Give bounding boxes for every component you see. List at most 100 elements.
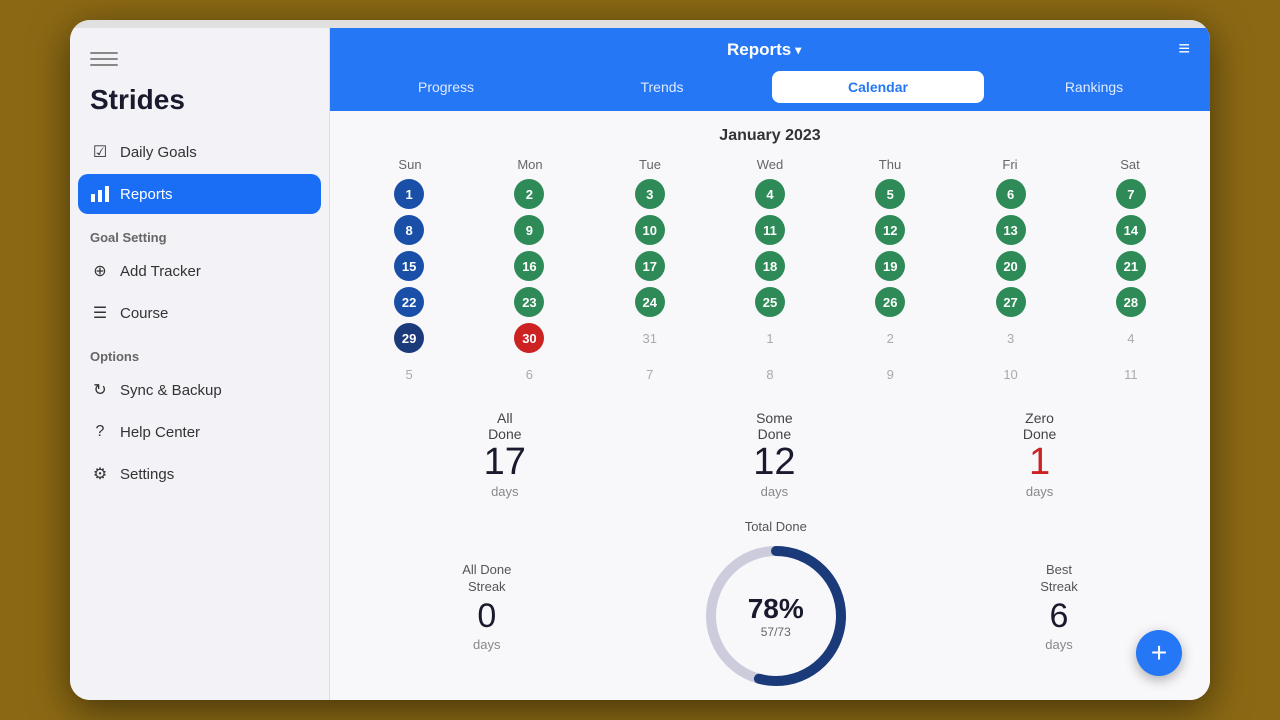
all-done-unit: days (491, 484, 518, 499)
sidebar-toggle-button[interactable] (90, 52, 118, 72)
calendar-day-25[interactable]: 25 (711, 286, 829, 318)
stat-some-done: Some Done 12 days (753, 410, 795, 499)
stat-all-done: All Done 17 days (484, 410, 526, 499)
calendar-day-10[interactable]: 10 (591, 214, 709, 246)
some-done-unit: days (761, 484, 788, 499)
all-done-streak-label1: All Done (462, 562, 511, 579)
zero-done-value: 1 (1029, 442, 1050, 484)
calendar-day-31[interactable]: 31 (591, 322, 709, 354)
calendar-day-30[interactable]: 30 (470, 322, 588, 354)
calendar-day-27[interactable]: 27 (951, 286, 1069, 318)
calendar-day-15[interactable]: 15 (350, 250, 468, 282)
calendar-day-21[interactable]: 21 (1072, 250, 1190, 282)
top-bar (70, 20, 1210, 28)
calendar-day-16[interactable]: 16 (470, 250, 588, 282)
calendar-day-28[interactable]: 28 (1072, 286, 1190, 318)
calendar-day-4[interactable]: 4 (1072, 322, 1190, 354)
calendar-day-23[interactable]: 23 (470, 286, 588, 318)
sidebar-item-course[interactable]: ☰ Course (78, 293, 321, 333)
header-title-text: Reports (727, 40, 791, 60)
calendar-day-18[interactable]: 18 (711, 250, 829, 282)
calendar-day-12[interactable]: 12 (831, 214, 949, 246)
calendar-day-24[interactable]: 24 (591, 286, 709, 318)
day-header-mon: Mon (470, 157, 590, 172)
all-done-streak-value: 0 (462, 596, 511, 637)
calendar-day-10[interactable]: 10 (951, 358, 1069, 390)
menu-icon[interactable]: ≡ (1178, 38, 1190, 61)
best-streak-label1: Best (1040, 562, 1078, 579)
calendar-day-11[interactable]: 11 (1072, 358, 1190, 390)
sidebar-item-daily-goals[interactable]: ☑ Daily Goals (78, 132, 321, 172)
month-title: January 2023 (350, 127, 1190, 145)
sidebar-item-add-tracker[interactable]: ⊕ Add Tracker (78, 251, 321, 291)
day-header-sun: Sun (350, 157, 470, 172)
gear-icon: ⚙ (90, 464, 110, 484)
day-header-thu: Thu (830, 157, 950, 172)
checkbox-icon: ☑ (90, 142, 110, 162)
some-done-label-top2: Done (758, 426, 791, 442)
calendar-day-6[interactable]: 6 (470, 358, 588, 390)
stats-row: All Done 17 days Some Done 12 days Z (350, 410, 1190, 499)
tab-calendar[interactable]: Calendar (772, 71, 984, 103)
calendar-day-22[interactable]: 22 (350, 286, 468, 318)
calendar-day-2[interactable]: 2 (831, 322, 949, 354)
calendar-day-20[interactable]: 20 (951, 250, 1069, 282)
best-streak-value: 6 (1040, 596, 1078, 637)
calendar-day-3[interactable]: 3 (591, 178, 709, 210)
calendar-day-19[interactable]: 19 (831, 250, 949, 282)
calendar-day-4[interactable]: 4 (711, 178, 829, 210)
calendar-day-6[interactable]: 6 (951, 178, 1069, 210)
sidebar-item-reports[interactable]: Reports (78, 174, 321, 214)
calendar-day-26[interactable]: 26 (831, 286, 949, 318)
calendar-day-11[interactable]: 11 (711, 214, 829, 246)
zero-done-label-top2: Done (1023, 426, 1056, 442)
fab-button[interactable]: + (1136, 630, 1182, 676)
donut-text: 78% 57/73 (748, 593, 804, 639)
total-done-stat: Total Done 78% 57/73 (696, 519, 856, 696)
tab-progress[interactable]: Progress (340, 71, 552, 103)
calendar-day-17[interactable]: 17 (591, 250, 709, 282)
day-header-fri: Fri (950, 157, 1070, 172)
day-header-wed: Wed (710, 157, 830, 172)
zero-done-label-top: Zero (1025, 410, 1054, 426)
sidebar-item-settings[interactable]: ⚙ Settings (78, 454, 321, 494)
content-area: January 2023 Sun Mon Tue Wed Thu Fri Sat (330, 111, 1210, 700)
calendar-day-13[interactable]: 13 (951, 214, 1069, 246)
document-icon: ☰ (90, 303, 110, 323)
calendar-day-1[interactable]: 1 (711, 322, 829, 354)
calendar-day-8[interactable]: 8 (711, 358, 829, 390)
app-container: Strides ☑ Daily Goals Reports (70, 28, 1210, 700)
calendar-day-5[interactable]: 5 (350, 358, 468, 390)
header-title: Reports ▾ (727, 40, 801, 60)
all-done-label-top: All (497, 410, 513, 426)
calendar-day-14[interactable]: 14 (1072, 214, 1190, 246)
all-done-streak-label2: Streak (462, 579, 511, 596)
chevron-down-icon: ▾ (795, 43, 801, 57)
calendar-day-9[interactable]: 9 (831, 358, 949, 390)
donut-fraction: 57/73 (748, 625, 804, 639)
calendar-day-8[interactable]: 8 (350, 214, 468, 246)
sidebar-item-help[interactable]: ? Help Center (78, 412, 321, 452)
calendar-day-2[interactable]: 2 (470, 178, 588, 210)
day-header-sat: Sat (1070, 157, 1190, 172)
calendar-day-1[interactable]: 1 (350, 178, 468, 210)
total-done-title: Total Done (696, 519, 856, 536)
sidebar: Strides ☑ Daily Goals Reports (70, 28, 330, 700)
day-header-tue: Tue (590, 157, 710, 172)
calendar-header-row: Sun Mon Tue Wed Thu Fri Sat (350, 157, 1190, 172)
sidebar-item-sync[interactable]: ↻ Sync & Backup (78, 370, 321, 410)
calendar-day-7[interactable]: 7 (1072, 178, 1190, 210)
tab-trends[interactable]: Trends (556, 71, 768, 103)
tab-rankings[interactable]: Rankings (988, 71, 1200, 103)
calendar-day-7[interactable]: 7 (591, 358, 709, 390)
calendar-day-9[interactable]: 9 (470, 214, 588, 246)
settings-label: Settings (120, 466, 174, 483)
goal-setting-section-title: Goal Setting (70, 216, 329, 251)
plus-circle-icon: ⊕ (90, 261, 110, 281)
bar-chart-icon (90, 184, 110, 204)
calendar-day-29[interactable]: 29 (350, 322, 468, 354)
calendar-day-5[interactable]: 5 (831, 178, 949, 210)
help-label: Help Center (120, 424, 200, 441)
calendar-day-3[interactable]: 3 (951, 322, 1069, 354)
add-tracker-label: Add Tracker (120, 263, 201, 280)
